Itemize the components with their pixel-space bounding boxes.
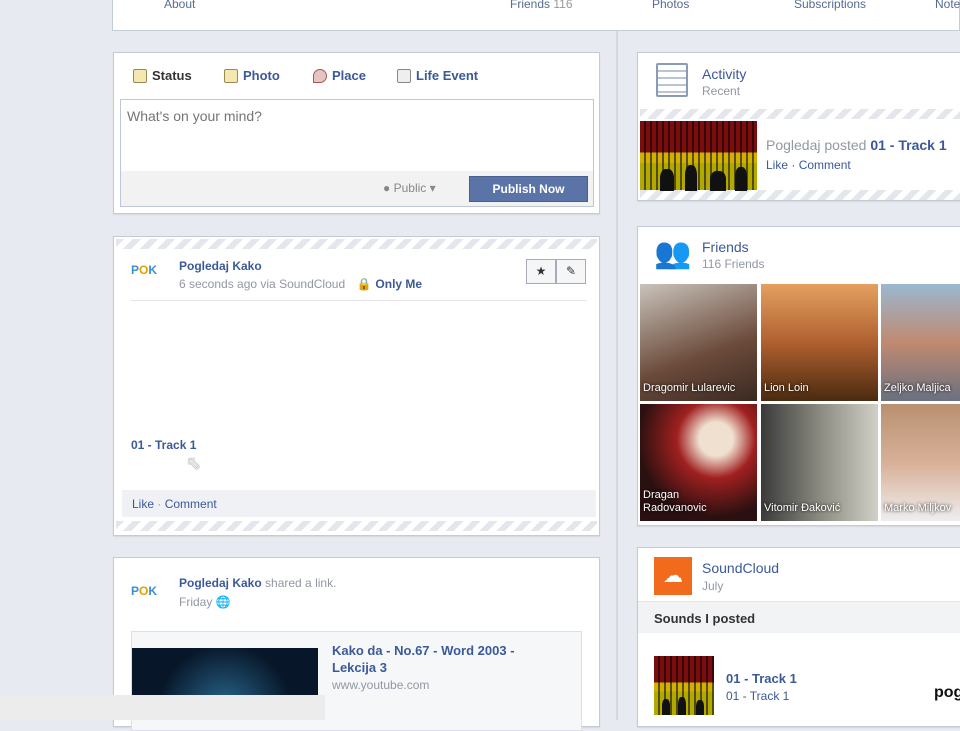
publish-button[interactable]: Publish Now bbox=[469, 176, 588, 202]
friends-count: 116 Friends bbox=[702, 257, 765, 271]
activity-verb: posted bbox=[824, 137, 867, 153]
track-artwork[interactable] bbox=[640, 121, 757, 191]
nav-subscriptions[interactable]: Subscriptions bbox=[794, 0, 866, 11]
privacy-only-me[interactable]: Only Me bbox=[375, 277, 422, 291]
friend-tile[interactable]: Lion Loin bbox=[761, 284, 878, 401]
like-link[interactable]: Like bbox=[766, 158, 788, 172]
nav-friends-count: 116 bbox=[553, 0, 573, 11]
avatar[interactable]: POK bbox=[131, 263, 167, 285]
post-action: shared a link. bbox=[265, 576, 337, 590]
friend-tile[interactable]: Marko Miljkov bbox=[881, 404, 960, 521]
activity-author[interactable]: Pogledaj bbox=[766, 137, 821, 153]
activity-icon bbox=[656, 63, 688, 97]
nav-friends-label: Friends bbox=[510, 0, 551, 11]
friend-tile[interactable]: Dragomir Lularevic bbox=[640, 284, 757, 401]
friend-name: Dragan Radovanovic bbox=[643, 489, 707, 514]
photo-icon bbox=[224, 68, 238, 83]
track-title[interactable]: 01 - Track 1 bbox=[726, 671, 797, 686]
profile-nav: About Friends 116 Photos Subscriptions N… bbox=[112, 0, 960, 31]
friend-name: Zeljko Maljica bbox=[884, 382, 951, 394]
soundcloud-box: ☁ SoundCloud July Sounds I posted 01 - T… bbox=[637, 547, 960, 727]
track-link[interactable]: 01 - Track 1 bbox=[131, 438, 196, 452]
friend-tile[interactable]: Zeljko Maljica bbox=[881, 284, 960, 401]
edit-pencil-button[interactable]: ✎ bbox=[556, 259, 586, 284]
place-pin-icon bbox=[313, 68, 327, 83]
section-header: Sounds I posted bbox=[638, 601, 960, 633]
overlay-bar bbox=[0, 695, 325, 720]
soundcloud-post: POK Pogledaj Kako 6 seconds ago via Soun… bbox=[113, 236, 600, 536]
tab-label: Status bbox=[152, 68, 192, 83]
composer: Status Photo Place Life Event ● Public ▾… bbox=[113, 52, 600, 214]
comment-link[interactable]: Comment bbox=[165, 497, 217, 511]
activity-box: Activity Recent Pogledaj posted 01 - Tra… bbox=[637, 52, 960, 201]
privacy-label: Public bbox=[393, 181, 427, 195]
friend-tile[interactable]: Dragan Radovanovic bbox=[640, 404, 757, 521]
friend-tile[interactable]: Vitomir Đaković bbox=[761, 404, 878, 521]
friends-title[interactable]: Friends bbox=[702, 239, 749, 255]
divider bbox=[131, 300, 587, 301]
friend-name: Lion Loin bbox=[764, 382, 809, 394]
track-subtitle: 01 - Track 1 bbox=[726, 689, 790, 703]
post-time[interactable]: Friday bbox=[179, 595, 212, 609]
nav-friends[interactable]: Friends 116 bbox=[510, 0, 573, 11]
tab-status[interactable]: Status bbox=[133, 68, 192, 83]
link-domain: www.youtube.com bbox=[332, 678, 430, 692]
star-button[interactable]: ★ bbox=[526, 259, 556, 284]
status-input[interactable] bbox=[120, 99, 594, 172]
author-name[interactable]: Pogledaj Kako bbox=[179, 576, 262, 590]
author-name[interactable]: Pogledaj Kako bbox=[179, 259, 262, 273]
nav-about[interactable]: About bbox=[164, 0, 195, 11]
tab-photo[interactable]: Photo bbox=[224, 68, 280, 83]
like-link[interactable]: Like bbox=[132, 497, 154, 511]
nav-notes[interactable]: Note bbox=[935, 0, 960, 11]
mouse-cursor-icon: ⬁ bbox=[186, 453, 202, 473]
nav-photos[interactable]: Photos bbox=[652, 0, 689, 11]
activity-title[interactable]: Activity bbox=[702, 66, 746, 82]
composer-footer: ● Public ▾ Publish Now bbox=[120, 171, 594, 207]
tab-label: Photo bbox=[243, 68, 280, 83]
soundcloud-logo-icon: ☁ bbox=[654, 557, 692, 595]
separator: · bbox=[157, 497, 162, 511]
tab-life-event[interactable]: Life Event bbox=[397, 68, 478, 83]
avatar[interactable]: POK bbox=[131, 584, 167, 606]
friend-name: Dragomir Lularevic bbox=[643, 382, 736, 394]
post-time[interactable]: 6 seconds ago via SoundCloud bbox=[179, 277, 345, 291]
friends-box: 👥 Friends 116 Friends Dragomir Lularevic… bbox=[637, 226, 960, 526]
link-title[interactable]: Kako da - No.67 - Word 2003 - Lekcija 3 bbox=[332, 642, 552, 676]
tab-place[interactable]: Place bbox=[313, 68, 366, 83]
privacy-selector[interactable]: ● Public ▾ bbox=[383, 181, 436, 195]
status-icon bbox=[133, 68, 147, 83]
soundcloud-title[interactable]: SoundCloud bbox=[702, 560, 779, 576]
timeline-line bbox=[616, 31, 618, 720]
track-artwork[interactable] bbox=[654, 656, 714, 715]
friends-icon: 👥 bbox=[654, 237, 692, 270]
activity-object[interactable]: 01 - Track 1 bbox=[870, 137, 946, 153]
friend-name: Marko Miljkov bbox=[884, 502, 952, 514]
activity-subtitle: Recent bbox=[702, 84, 741, 98]
soundcloud-date: July bbox=[702, 579, 724, 593]
life-event-icon bbox=[397, 68, 411, 83]
tab-label: Life Event bbox=[416, 68, 479, 83]
lock-icon: 🔒 bbox=[356, 277, 372, 291]
globe-icon: 🌐 bbox=[215, 595, 231, 609]
comment-link[interactable]: Comment bbox=[799, 158, 851, 172]
tab-label: Place bbox=[332, 68, 366, 83]
friend-name: Vitomir Đaković bbox=[764, 502, 841, 514]
chevron-down-icon: ▾ bbox=[429, 181, 436, 195]
brand-text: pog bbox=[934, 684, 960, 701]
